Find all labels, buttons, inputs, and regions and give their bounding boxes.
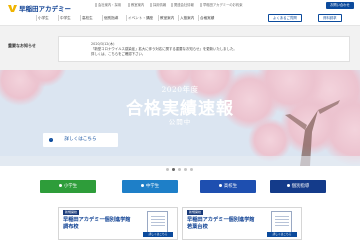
bullet-icon [140,184,144,187]
nav-label: イベント・講座 [128,16,154,20]
util-link-company[interactable]: 会社案内・採用 [95,3,121,8]
card-subtitle: 若葉台校 [187,224,208,230]
nav-item-admission[interactable]: 入塾案内 [178,13,195,23]
slider-dot[interactable] [190,168,193,171]
notice-body: 2020/3/12(木) 「新型コロナウイルス感染症」拡大に伴う対応に関する重要… [58,36,350,62]
nav-label: 小学生 [38,16,49,20]
bullet-icon [286,184,290,187]
nav-label: 入塾案内 [180,16,195,20]
nav-label: 中学生 [60,16,71,20]
site-header: 早稲田アカデミー 会社案内・採用 教室案内 採用情報 関連会社情報 早稲田アカデ… [0,0,360,26]
util-link-recruit[interactable]: 採用情報 [150,3,166,8]
category-high-school-button[interactable]: 高校生 [200,180,256,193]
contact-button[interactable]: お問い合わせ [326,2,354,9]
category-individual-button[interactable]: 個別指導 [270,180,326,193]
category-label: 個別指導 [291,184,310,189]
card-subtitle: 調布校 [63,224,79,230]
nav-item-junior-high[interactable]: 中学生 [58,13,71,23]
hero-subtitle: 公開中 [168,118,192,126]
util-link-promise[interactable]: 早稲田アカデミーのお約束 [200,3,243,8]
nav-item-elementary[interactable]: 小学生 [36,13,49,23]
hero-button-label: 詳しくはこちら [64,137,97,142]
hero-details-button[interactable]: › 詳しくはこちら [43,133,118,147]
nav-label: 合格実績 [200,16,215,20]
card-title: 早稲田アカデミー個別進学館 [187,217,255,223]
card-details-button[interactable]: 詳しくはこちら [143,232,173,237]
nav-item-individual[interactable]: 個別指導 [102,13,119,23]
slider-dot[interactable] [166,168,169,171]
category-elementary-button[interactable]: 小学生 [40,180,96,193]
logo-icon[interactable] [8,4,17,12]
hero-banner[interactable]: 2020年度 合格実績速報 公開中 › 詳しくはこちら [0,70,360,166]
site-logo-text[interactable]: 早稲田アカデミー [19,3,71,13]
slider-dot[interactable] [178,168,181,171]
nav-label: 教室案内 [160,16,175,20]
util-link-affiliates[interactable]: 関連会社情報 [171,3,194,8]
category-label: 小学生 [63,184,78,189]
nav-label: 個別指導 [104,16,119,20]
important-notice: 重要なお知らせ 2020/3/12(木) 「新型コロナウイルス感染症」拡大に伴う… [0,26,360,70]
category-label: 高校生 [223,184,238,189]
new-school-badge: 新規開校 [187,210,204,215]
slider-dot-active[interactable] [172,168,175,171]
util-link-classrooms[interactable]: 教室案内 [128,3,144,8]
nav-item-high-school[interactable]: 高校生 [80,13,93,23]
school-card-chofu[interactable]: 新規開校 早稲田アカデミー個別進学館 調布校 詳しくはこちら [58,207,178,240]
slider-dot[interactable] [184,168,187,171]
category-label: 中学生 [145,184,160,189]
notice-label: 重要なお知らせ [8,43,36,48]
notice-link-text[interactable]: 詳しくは、こちらをご確認下さい。 [91,51,145,56]
chevron-right-icon: › [49,137,53,142]
nav-label: 高校生 [82,16,93,20]
bullet-icon [218,184,222,187]
category-junior-high-button[interactable]: 中学生 [122,180,178,193]
main-nav: 小学生 中学生 高校生 個別指導 イベント・講座 教室案内 入塾案内 合格実績 … [0,13,360,23]
card-title: 早稲田アカデミー個別進学館 [63,217,131,223]
nav-item-events[interactable]: イベント・講座 [126,13,154,23]
nav-item-classrooms[interactable]: 教室案内 [158,13,175,23]
new-school-badge: 新規開校 [63,210,80,215]
school-card-wakabadai[interactable]: 新規開校 早稲田アカデミー個別進学館 若葉台校 詳しくはこちら [182,207,302,240]
bullet-icon [58,184,62,187]
card-details-button[interactable]: 詳しくはこちら [267,232,297,237]
faq-button[interactable]: よくあるご質問 [268,14,302,22]
nav-item-results[interactable]: 合格実績 [198,13,215,23]
request-materials-button[interactable]: 資料請求 [318,14,342,22]
